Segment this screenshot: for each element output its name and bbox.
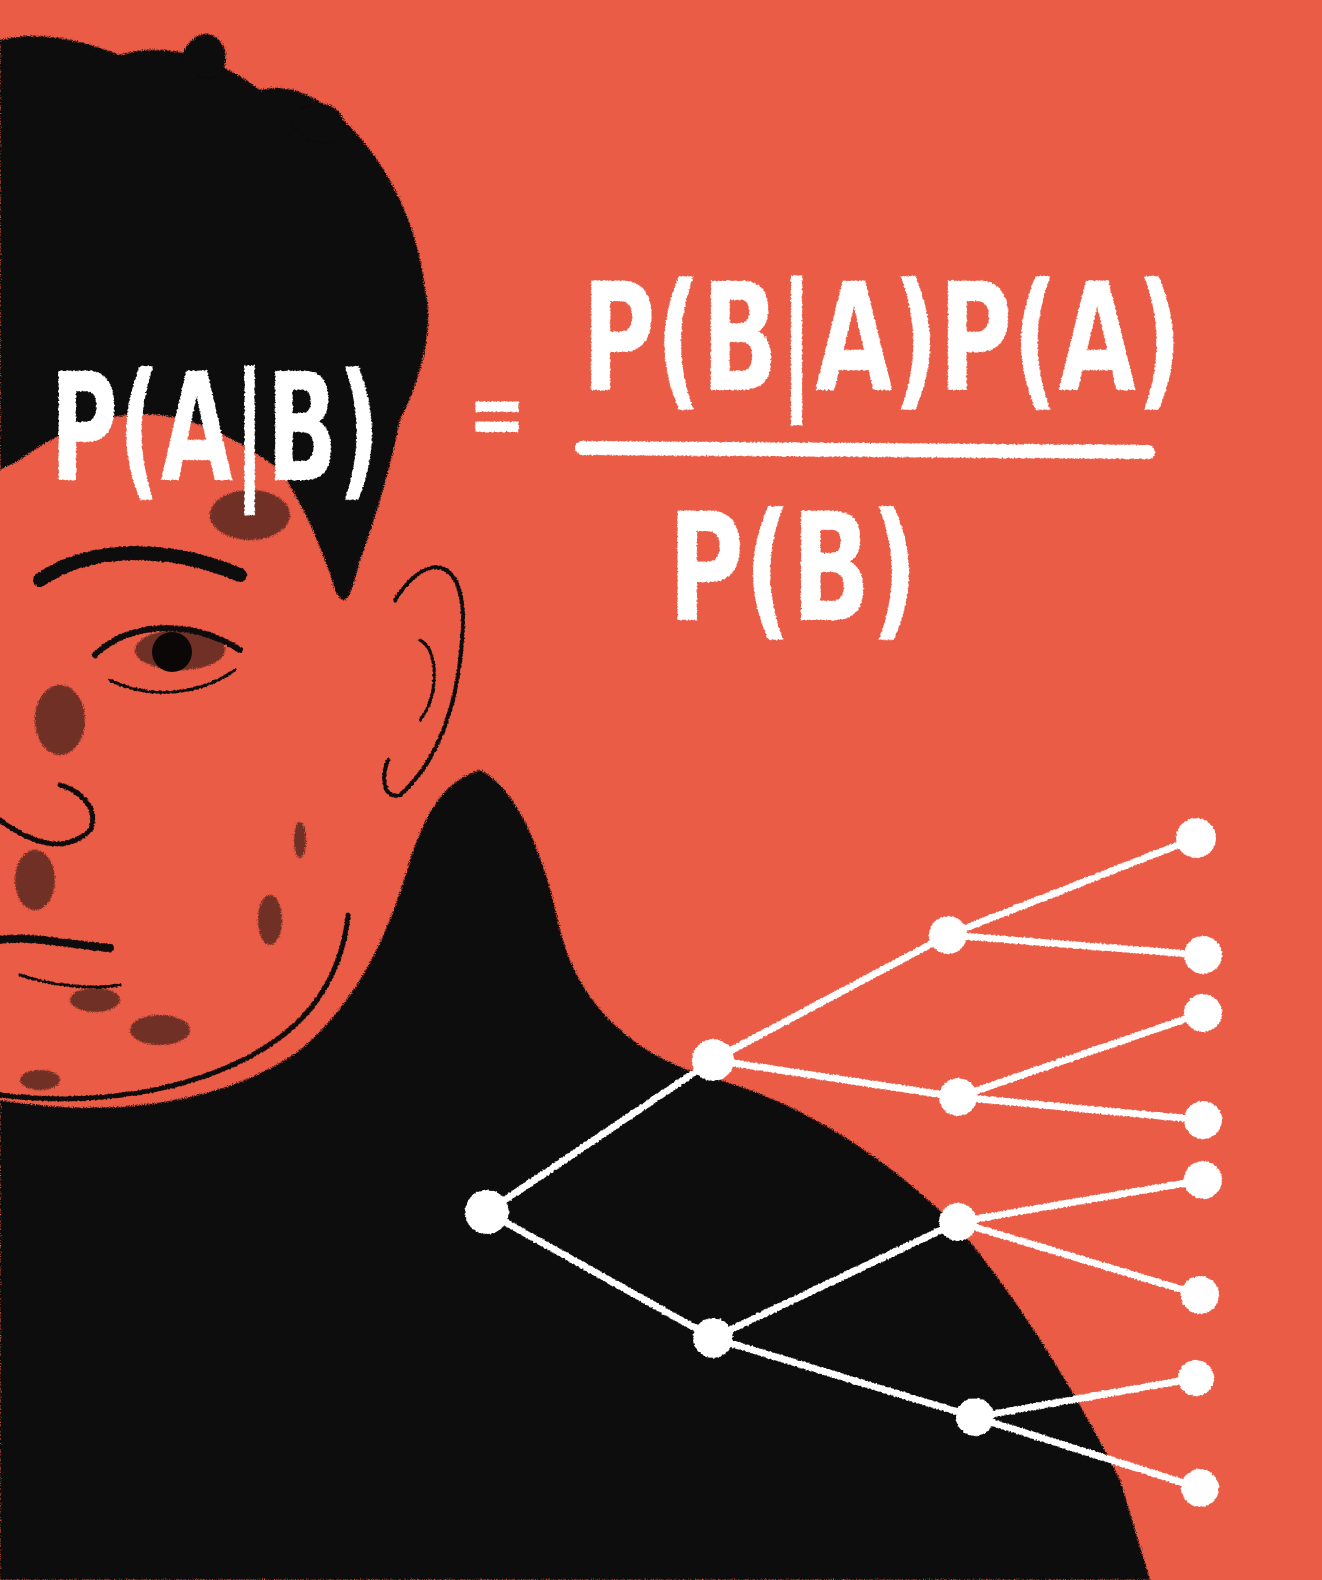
tree-node xyxy=(693,1318,733,1358)
tree-leaf-node xyxy=(1184,936,1222,974)
formula-numerator: P(B|A)P(A) xyxy=(582,252,1182,426)
tree-node xyxy=(939,1078,977,1116)
tree-root-node xyxy=(465,1190,509,1234)
tree-leaf-node xyxy=(1184,1101,1222,1139)
tree-node xyxy=(692,1039,734,1081)
tree-leaf-node xyxy=(1178,1360,1214,1396)
tree-node xyxy=(929,916,967,954)
tree-node xyxy=(956,1398,994,1436)
iris xyxy=(152,632,192,672)
tree-leaf-node xyxy=(1181,1276,1219,1314)
illustration-svg: P(A|B) = P(B|A)P(A) P(B) xyxy=(0,0,1322,1580)
tree-leaf-node xyxy=(1184,994,1222,1032)
illustration-canvas: P(A|B) = P(B|A)P(A) P(B) xyxy=(0,0,1322,1580)
formula-lhs: P(A|B) xyxy=(50,342,380,516)
formula-equals: = xyxy=(468,362,526,467)
tree-leaf-node xyxy=(1176,818,1216,858)
tree-node xyxy=(939,1203,977,1241)
tree-leaf-node xyxy=(1181,1469,1219,1507)
formula-denominator: P(B) xyxy=(668,482,918,656)
tree-leaf-node xyxy=(1184,1161,1222,1199)
fraction-bar xyxy=(575,441,1155,459)
